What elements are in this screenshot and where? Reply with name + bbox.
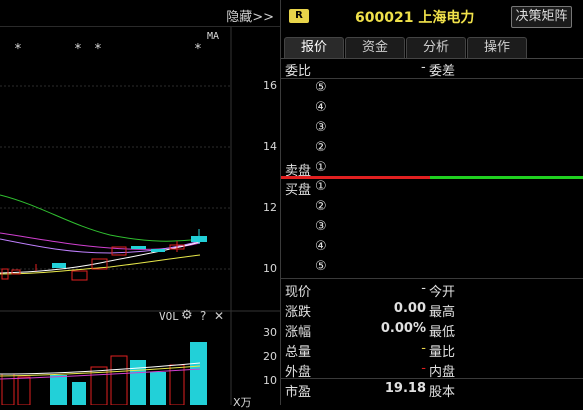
buy-level-5: ⑤ [315,259,327,274]
stat-value: - [421,281,426,296]
quote-panel: R 600021 上海电力 决策矩阵 报价 资金 分析 操作 委比 - 委差 ⑤… [281,0,583,405]
help-icon[interactable]: ? [200,309,206,323]
candle [151,249,165,252]
stat-label: 现价 [285,285,312,300]
vol-tick: 30 [263,326,277,339]
vol-label: VOL [159,310,179,323]
vol-tick: 10 [263,374,277,387]
price-tick: 12 [263,201,277,214]
marker-star: * [194,42,202,57]
tab-underline [281,58,583,59]
divider [281,378,583,379]
stat-value: 19.18 [384,381,426,396]
divider [281,78,583,79]
volume-bar [150,372,166,405]
chart-toolbar: 隐藏>> [0,0,280,27]
r-badge: R [289,9,309,23]
price-tick: 10 [263,262,277,275]
vol-unit: X万 [233,396,252,409]
gear-icon[interactable]: ⚙ [181,308,193,323]
buy-level-3: ③ [315,219,327,234]
stat-value: - [421,361,426,376]
weicha-label: 委差 [429,64,456,79]
sell-level-3: ③ [315,120,327,135]
buy-ratio-bar [430,176,583,179]
stat-label: 量比 [429,345,456,360]
sell-level-2: ② [315,140,327,155]
weibi-label: 委比 [285,64,312,79]
candle [52,263,66,268]
tab-quote[interactable]: 报价 [284,37,344,58]
sell-level-1: ① [315,160,327,175]
candlesticks [1,229,207,281]
volume-bar [72,382,86,405]
stock-title: 600021 上海电力 [355,10,475,26]
sell-level-4: ④ [315,100,327,115]
marker-star: * [94,42,102,57]
kline-chart-panel[interactable]: 隐藏>> * * * * MA 16 14 12 10 VOL ⚙ ? ✕ 30… [0,0,280,409]
volume-bar [130,360,146,405]
weibi-value: - [421,60,426,75]
marker-star: * [74,42,82,57]
stat-label: 最低 [429,325,456,340]
stat-value: 0.00% [380,321,426,336]
volume-bar [50,375,67,405]
buy-level-1: ① [315,179,327,194]
stat-label: 市盈 [285,385,312,400]
chart-svg [0,27,280,405]
volume-bar [17,376,31,405]
buy-level-4: ④ [315,239,327,254]
stat-label: 最高 [429,305,456,320]
volume-bar [110,355,128,405]
marker-star: * [14,42,22,57]
price-tick: 16 [263,79,277,92]
sell-level-5: ⑤ [315,80,327,95]
stat-value: 0.00 [393,301,426,316]
stat-label: 总量 [285,345,312,360]
ma-label: MA [207,31,220,42]
tab-operate[interactable]: 操作 [467,37,527,58]
stat-label: 涨幅 [285,325,312,340]
buy-label: 买盘 [285,183,312,198]
stat-label: 股本 [429,385,456,400]
candle [71,270,88,281]
decision-matrix-button[interactable]: 决策矩阵 [511,6,572,28]
buy-level-2: ② [315,199,327,214]
ma60-line [0,194,201,242]
volume-bar [190,342,207,405]
price-tick: 14 [263,140,277,153]
candle [131,246,146,249]
stat-label: 涨跌 [285,305,312,320]
stat-value: - [421,341,426,356]
tab-analysis[interactable]: 分析 [406,37,466,58]
stat-label: 今开 [429,285,456,300]
divider [281,278,583,279]
close-icon[interactable]: ✕ [214,309,224,323]
ma5-line [0,254,201,275]
vol-tick: 20 [263,350,277,363]
tab-funds[interactable]: 资金 [345,37,405,58]
hide-panel-link[interactable]: 隐藏>> [226,6,274,25]
